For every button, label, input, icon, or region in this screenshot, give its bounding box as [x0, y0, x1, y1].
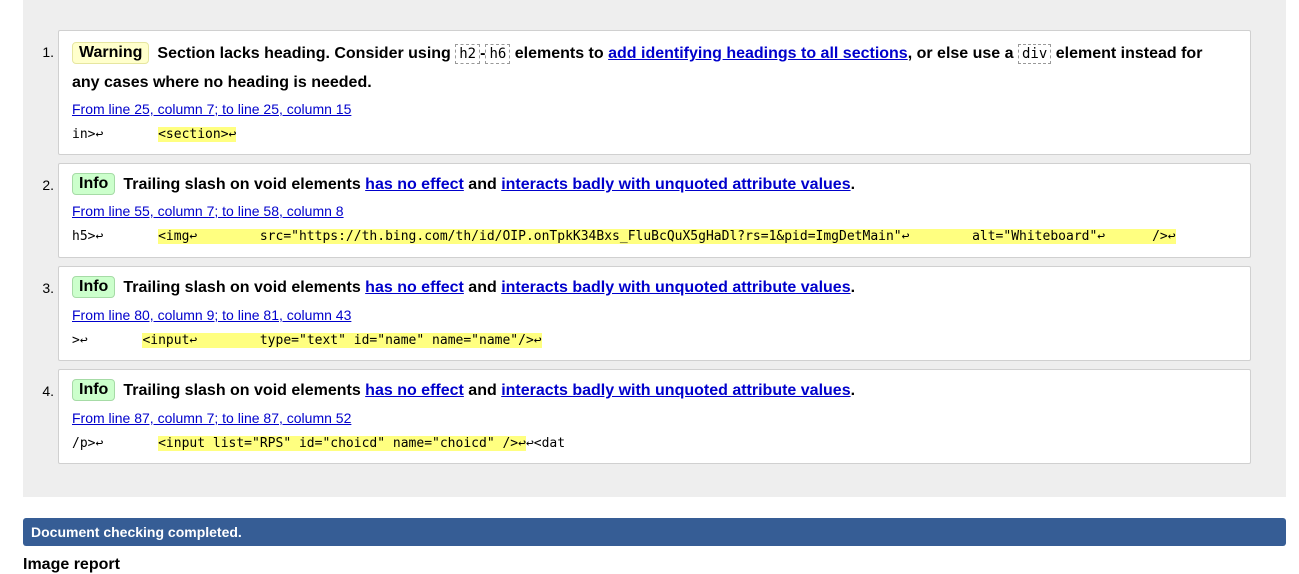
- info-badge: Info: [72, 379, 116, 401]
- message-number: 1.: [42, 44, 54, 60]
- message-info: Info Trailing slash on void elements has …: [58, 369, 1251, 464]
- message-info: Info Trailing slash on void elements has …: [58, 266, 1251, 361]
- message-warning: Warning Section lacks heading. Consider u…: [58, 30, 1251, 155]
- message-text: Info Trailing slash on void elements has …: [72, 170, 1230, 199]
- location-link[interactable]: From line 25, column 7; to line 25, colu…: [72, 101, 351, 117]
- link-add-headings[interactable]: add identifying headings to all sections: [608, 45, 908, 62]
- code-extract: >↩ <input↩ type="text" id="name" name="n…: [72, 333, 542, 348]
- message-number: 3.: [42, 280, 54, 296]
- message-number: 4.: [42, 383, 54, 399]
- message-text: Info Trailing slash on void elements has …: [72, 376, 1230, 405]
- message-text-line2: any cases where no heading is needed.: [72, 74, 372, 91]
- extract-highlight: <input list="RPS" id="choicd" name="choi…: [158, 436, 526, 451]
- location-link[interactable]: From line 87, column 7; to line 87, colu…: [72, 410, 351, 426]
- message-text: Info Trailing slash on void elements has …: [72, 273, 1230, 302]
- info-badge: Info: [72, 276, 116, 298]
- message-text: Warning Section lacks heading. Consider u…: [72, 39, 1230, 69]
- location-link[interactable]: From line 80, column 9; to line 81, colu…: [72, 307, 351, 323]
- warning-badge: Warning: [72, 42, 150, 64]
- extract-highlight: <section>↩: [158, 127, 237, 142]
- status-bar: Document checking completed.: [23, 518, 1286, 546]
- code-h6: h6: [485, 44, 511, 64]
- link-has-no-effect[interactable]: has no effect: [365, 279, 464, 296]
- link-has-no-effect[interactable]: has no effect: [365, 382, 464, 399]
- link-interacts-badly[interactable]: interacts badly with unquoted attribute …: [501, 279, 850, 296]
- info-badge: Info: [72, 173, 116, 195]
- extract-highlight: <input↩ type="text" id="name" name="name…: [142, 333, 542, 348]
- code-extract: h5>↩ <img↩ src="https://th.bing.com/th/i…: [72, 229, 1176, 244]
- code-h2: h2: [455, 44, 481, 64]
- message-info: Info Trailing slash on void elements has …: [58, 163, 1251, 258]
- code-extract: in>↩ <section>↩: [72, 127, 237, 142]
- link-has-no-effect[interactable]: has no effect: [365, 176, 464, 193]
- code-div: div: [1017, 44, 1052, 64]
- code-extract: /p>↩ <input list="RPS" id="choicd" name=…: [72, 436, 566, 451]
- location-link[interactable]: From line 55, column 7; to line 58, colu…: [72, 203, 344, 219]
- extract-highlight: <img↩ src="https://th.bing.com/th/id/OIP…: [158, 229, 1176, 244]
- message-number: 2.: [42, 177, 54, 193]
- link-interacts-badly[interactable]: interacts badly with unquoted attribute …: [501, 176, 850, 193]
- link-interacts-badly[interactable]: interacts badly with unquoted attribute …: [501, 382, 850, 399]
- image-report-heading: Image report: [23, 556, 120, 573]
